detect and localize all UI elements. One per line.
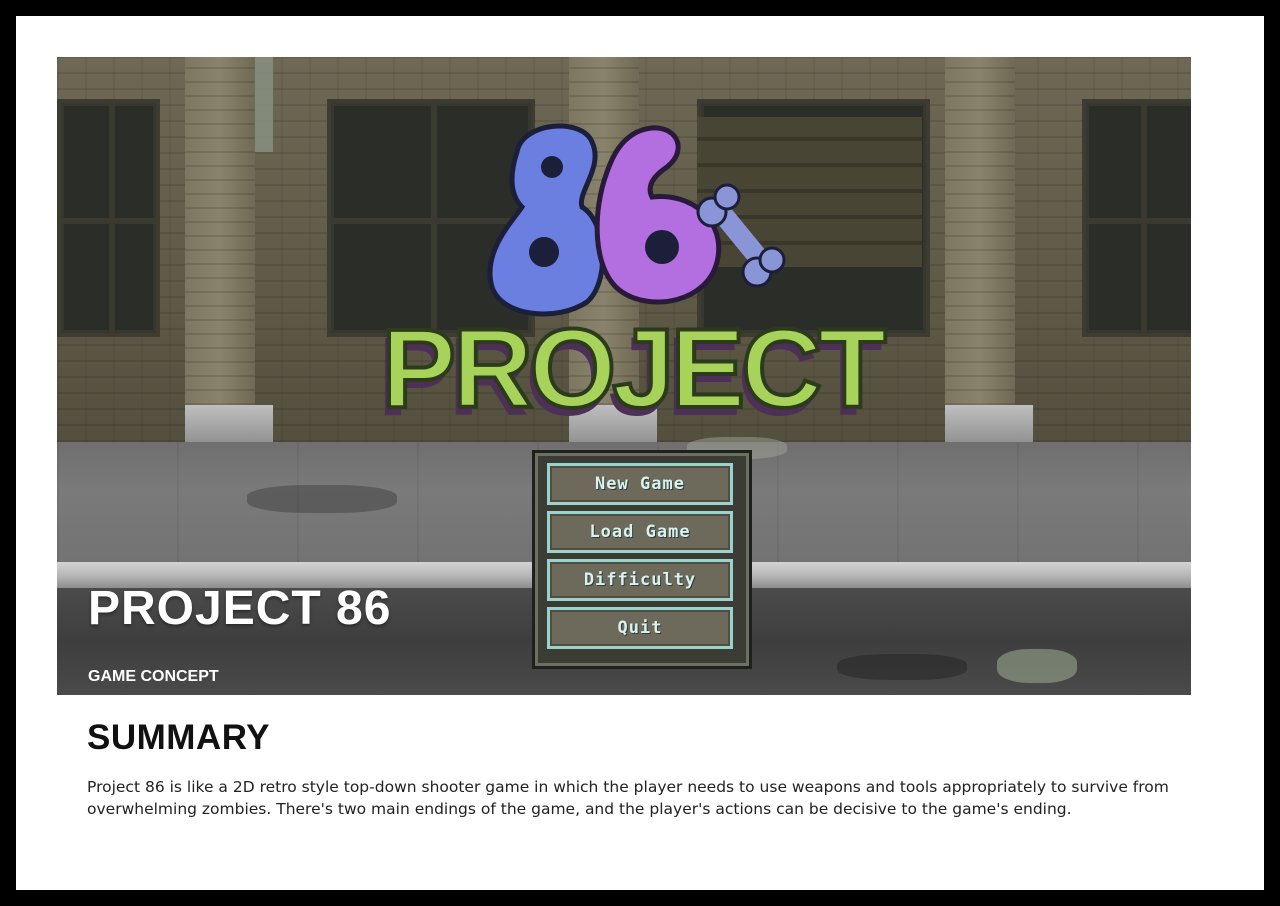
hero-subtitle: GAME CONCEPT (88, 668, 219, 685)
svg-text:PROJECT: PROJECT (382, 306, 887, 422)
new-game-button[interactable]: New Game (547, 463, 733, 505)
main-menu-panel: New Game Load Game Difficulty Quit (532, 450, 752, 669)
stone-pillar (945, 57, 1015, 447)
difficulty-button[interactable]: Difficulty (547, 559, 733, 601)
debris (997, 649, 1077, 683)
stone-pillar (185, 57, 255, 447)
hero-game-screenshot: PROJECT PROJECT New Game Load Game Diffi… (57, 57, 1191, 695)
hero-title: PROJECT 86 (88, 582, 392, 635)
load-game-button[interactable]: Load Game (547, 511, 733, 553)
pillar-base (945, 405, 1033, 445)
pillar-base (185, 405, 273, 445)
building-window (1082, 99, 1191, 337)
game-logo: PROJECT PROJECT (352, 112, 912, 439)
building-window (57, 99, 160, 337)
quit-button[interactable]: Quit (547, 607, 733, 649)
ground-stain (247, 485, 397, 513)
summary-heading: SUMMARY (87, 718, 271, 757)
logo-project-word: PROJECT PROJECT (378, 304, 893, 439)
logo-eight-blob (487, 123, 606, 317)
summary-body: Project 86 is like a 2D retro style top-… (87, 778, 1169, 818)
ground-stain (837, 654, 967, 680)
